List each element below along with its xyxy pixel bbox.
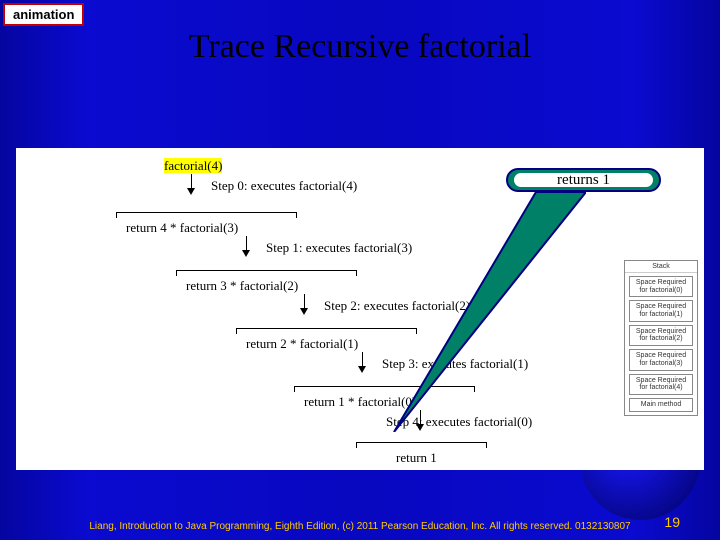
stack-frame: Space Required for factorial(0)	[629, 276, 693, 297]
connector-line	[191, 174, 192, 188]
stack-frame: Space Required for factorial(2)	[629, 325, 693, 346]
page-number: 19	[664, 514, 680, 530]
animation-tag: animation	[3, 3, 84, 26]
arrow-down-icon	[358, 366, 366, 373]
connector-line	[356, 270, 357, 276]
stack-frame: Main method	[629, 398, 693, 412]
connector-line	[304, 294, 305, 308]
start-node: factorial(4)	[164, 158, 222, 173]
connector-line	[356, 442, 357, 448]
diagram-area: returns 1 factorial(4) Step 0: executes …	[16, 148, 704, 470]
connector-line	[246, 236, 247, 250]
connector-line	[296, 212, 297, 218]
connector-line	[176, 270, 356, 271]
connector-line	[486, 442, 487, 448]
arrow-down-icon	[242, 250, 250, 257]
connector-line	[116, 212, 117, 218]
arrow-down-icon	[187, 188, 195, 195]
step-label: Step 0: executes factorial(4)	[211, 178, 357, 194]
return-expr: return 4 * factorial(3)	[126, 220, 238, 236]
callout-text: returns 1	[514, 173, 653, 187]
connector-line	[294, 386, 295, 392]
return-expr: return 2 * factorial(1)	[246, 336, 358, 352]
connector-line	[176, 270, 177, 276]
return-expr: return 3 * factorial(2)	[186, 278, 298, 294]
footer-text: Liang, Introduction to Java Programming,…	[0, 521, 720, 532]
stack-box: Stack Space Required for factorial(0) Sp…	[624, 260, 698, 416]
stack-frame: Space Required for factorial(3)	[629, 349, 693, 370]
arrow-down-icon	[300, 308, 308, 315]
return-expr: return 1	[396, 450, 437, 466]
slide-title: Trace Recursive factorial	[0, 28, 720, 66]
connector-line	[116, 212, 296, 213]
callout-bubble: returns 1	[506, 168, 661, 192]
stack-title: Stack	[625, 261, 697, 273]
connector-line	[362, 352, 363, 366]
stack-frame: Space Required for factorial(1)	[629, 300, 693, 321]
connector-line	[356, 442, 486, 443]
callout-pointer	[386, 192, 586, 432]
connector-line	[236, 328, 237, 334]
stack-frame: Space Required for factorial(4)	[629, 374, 693, 395]
